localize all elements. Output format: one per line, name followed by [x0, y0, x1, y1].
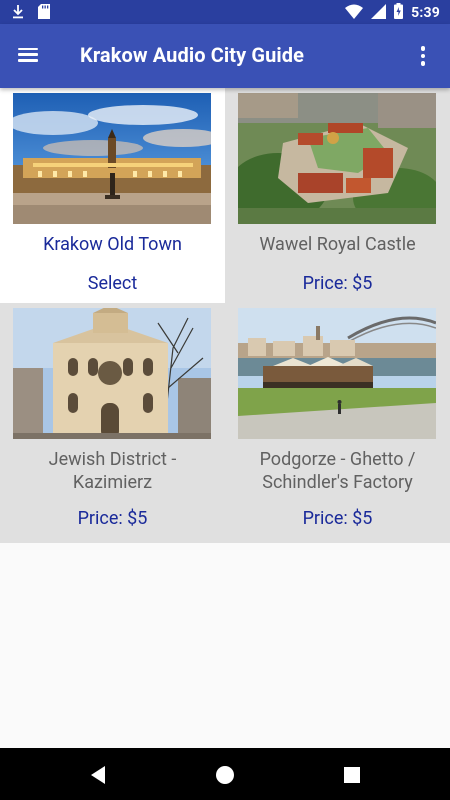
tour-card-kazimierz[interactable]: Jewish District - Kazimierz Price: $5 [0, 303, 225, 543]
wifi-icon [345, 4, 364, 23]
hamburger-menu-icon[interactable] [18, 44, 42, 68]
tour-card-old-town[interactable]: Krakow Old Town Select [0, 88, 225, 303]
status-time: 5:39 [411, 5, 440, 21]
tour-name-line-1: Podgorze - Ghetto / [259, 449, 416, 470]
tour-name-line-1: Jewish District - [48, 449, 177, 470]
price-label[interactable]: Price: $5 [0, 508, 225, 529]
status-bar: 5:39 [0, 0, 450, 24]
kazimierz-synagogue-photo [13, 308, 211, 439]
tour-card-wawel[interactable]: Wawel Royal Castle Price: $5 [225, 88, 450, 303]
price-label[interactable]: Price: $5 [225, 508, 450, 529]
download-icon [12, 4, 24, 23]
old-town-photo [13, 93, 211, 224]
app-bar: Krakow Audio City Guide [0, 24, 450, 88]
home-icon[interactable] [214, 764, 236, 786]
wawel-castle-photo [238, 93, 436, 224]
podgorze-river-photo [238, 308, 436, 439]
tour-name-line-2: Schindler's Factory [262, 472, 413, 493]
tour-name-line-2: Kazimierz [72, 472, 153, 493]
tour-name: Podgorze - Ghetto / Schindler's Factory [225, 448, 450, 494]
back-icon[interactable] [87, 764, 109, 786]
price-label[interactable]: Price: $5 [225, 273, 450, 294]
battery-charging-icon [394, 3, 404, 23]
system-nav-bar [0, 748, 450, 800]
tour-name: Jewish District - Kazimierz [0, 448, 225, 494]
tour-grid: Krakow Old Town Select Wawel Royal Castl… [0, 88, 450, 543]
app-title: Krakow Audio City Guide [80, 43, 305, 67]
sd-card-icon [38, 4, 50, 23]
select-button[interactable]: Select [0, 273, 225, 294]
signal-icon [371, 3, 387, 23]
recents-icon[interactable] [341, 764, 363, 786]
more-vert-icon[interactable] [411, 44, 435, 68]
tour-name: Wawel Royal Castle [259, 234, 416, 255]
tour-name: Krakow Old Town [43, 234, 182, 255]
tour-card-podgorze[interactable]: Podgorze - Ghetto / Schindler's Factory … [225, 303, 450, 543]
